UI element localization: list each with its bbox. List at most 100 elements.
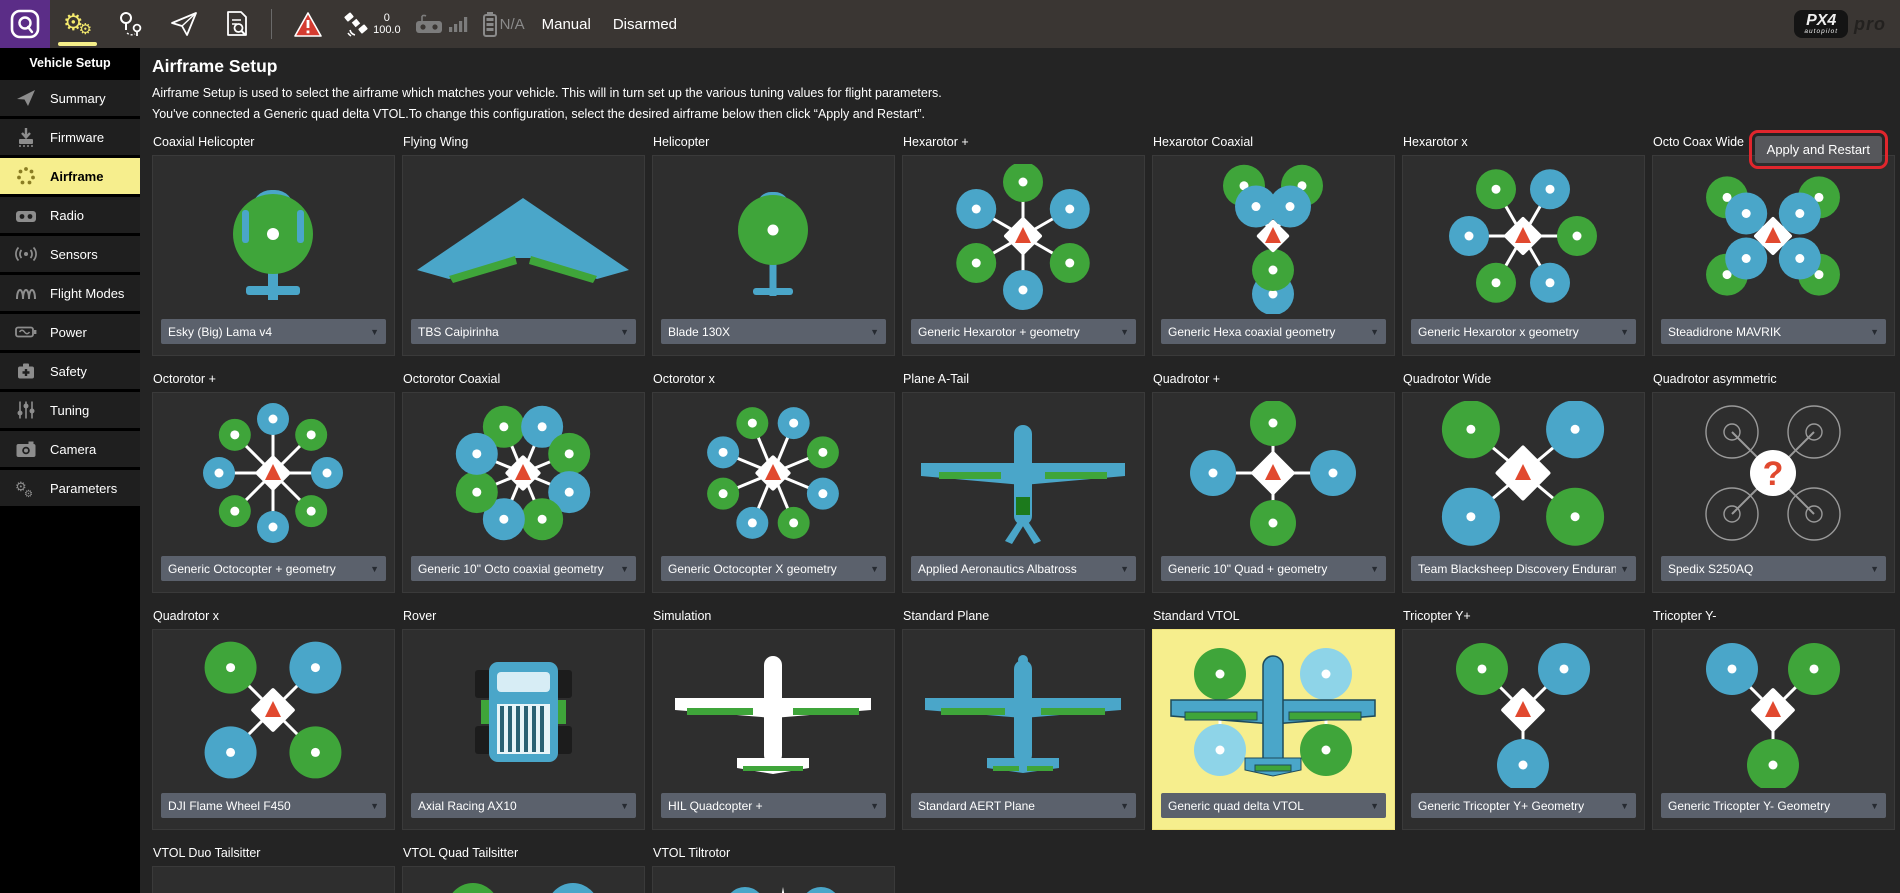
- airframe-group-title: VTOL Tiltrotor: [653, 846, 895, 861]
- airframe-select-value: TBS Caipirinha: [418, 325, 616, 339]
- airframe-card-std-plane[interactable]: Standard AERT Plane ▼: [902, 629, 1145, 830]
- warning-triangle-icon: [293, 11, 323, 38]
- sidebar-item-label: Camera: [50, 442, 96, 457]
- chevron-down-icon: ▼: [1370, 327, 1379, 337]
- airframe-card-flying-wing[interactable]: TBS Caipirinha ▼: [402, 155, 645, 356]
- airframe-select-quad-x[interactable]: DJI Flame Wheel F450 ▼: [161, 793, 386, 818]
- airframe-select-octo-coax-wide[interactable]: Steadidrone MAVRIK ▼: [1661, 319, 1886, 344]
- airframe-select-value: Esky (Big) Lama v4: [168, 325, 366, 339]
- airframe-select-value: Applied Aeronautics Albatross: [918, 562, 1116, 576]
- airframe-card-sim[interactable]: HIL Quadcopter + ▼: [652, 629, 895, 830]
- sidebar-item-sensors[interactable]: Sensors: [0, 236, 140, 272]
- chevron-down-icon: ▼: [870, 327, 879, 337]
- sidebar-item-airframe[interactable]: Airframe: [0, 158, 140, 194]
- airframe-card-vtol-duo[interactable]: ▼: [152, 866, 395, 893]
- sidebar-item-radio[interactable]: Radio: [0, 197, 140, 233]
- airframe-card-tri-yminus[interactable]: Generic Tricopter Y- Geometry ▼: [1652, 629, 1895, 830]
- airframe-select-tri-yminus[interactable]: Generic Tricopter Y- Geometry ▼: [1661, 793, 1886, 818]
- airframe-cell-octo-x: Octorotor x Generic Octocopter X geometr…: [652, 372, 895, 593]
- chevron-down-icon: ▼: [370, 801, 379, 811]
- apply-and-restart-button[interactable]: Apply and Restart: [1755, 136, 1882, 163]
- airframe-select-octo-coax[interactable]: Generic 10" Octo coaxial geometry ▼: [411, 556, 636, 581]
- airframe-cell-hex-coax: Hexarotor Coaxial Generic Hexa coaxial g…: [1152, 135, 1395, 356]
- airframe-select-flying-wing[interactable]: TBS Caipirinha ▼: [411, 319, 636, 344]
- airframe-card-hex-coax[interactable]: Generic Hexa coaxial geometry ▼: [1152, 155, 1395, 356]
- airframe-group-title: Flying Wing: [403, 135, 645, 150]
- airframe-select-coax-heli[interactable]: Esky (Big) Lama v4 ▼: [161, 319, 386, 344]
- airframe-card-octo-plus[interactable]: Generic Octocopter + geometry ▼: [152, 392, 395, 593]
- battery-indicator[interactable]: N/A: [476, 0, 531, 48]
- airframe-card-std-vtol[interactable]: Generic quad delta VTOL ▼: [1152, 629, 1395, 830]
- airframe-group-title: Plane A-Tail: [903, 372, 1145, 387]
- airframe-select-octo-x[interactable]: Generic Octocopter X geometry ▼: [661, 556, 886, 581]
- sidebar-item-camera[interactable]: Camera: [0, 431, 140, 467]
- sidebar-item-summary[interactable]: Summary: [0, 80, 140, 116]
- airframe-select-octo-plus[interactable]: Generic Octocopter + geometry ▼: [161, 556, 386, 581]
- chevron-down-icon: ▼: [1370, 564, 1379, 574]
- airframe-card-quad-wide[interactable]: Team Blacksheep Discovery Enduranc ▼: [1402, 392, 1645, 593]
- airframe-select-value: Generic Tricopter Y+ Geometry: [1418, 799, 1616, 813]
- sidebar-item-flight-modes[interactable]: Flight Modes: [0, 275, 140, 311]
- airframe-card-hex-x[interactable]: Generic Hexarotor x geometry ▼: [1402, 155, 1645, 356]
- airframe-select-std-plane[interactable]: Standard AERT Plane ▼: [911, 793, 1136, 818]
- airframe-group-title: Octorotor x: [653, 372, 895, 387]
- coax-heli-illustration: [161, 164, 386, 314]
- armed-status-indicator[interactable]: Disarmed: [613, 16, 677, 33]
- airframe-card-vtol-quad[interactable]: ▼: [402, 866, 645, 893]
- airframe-card-quad-x[interactable]: DJI Flame Wheel F450 ▼: [152, 629, 395, 830]
- sidebar-item-label: Parameters: [50, 481, 117, 496]
- airframe-card-octo-coax[interactable]: Generic 10" Octo coaxial geometry ▼: [402, 392, 645, 593]
- airframe-select-quad-wide[interactable]: Team Blacksheep Discovery Enduranc ▼: [1411, 556, 1636, 581]
- airframe-group-title: Standard VTOL: [1153, 609, 1395, 624]
- hex-coax-illustration: [1161, 164, 1386, 314]
- airframe-select-hex-plus[interactable]: Generic Hexarotor + geometry ▼: [911, 319, 1136, 344]
- airframe-cell-plane-atail: Plane A-Tail Applied Aeronautics Albatro…: [902, 372, 1145, 593]
- airframe-select-heli[interactable]: Blade 130X ▼: [661, 319, 886, 344]
- airframe-select-sim[interactable]: HIL Quadcopter + ▼: [661, 793, 886, 818]
- airframe-select-std-vtol[interactable]: Generic quad delta VTOL ▼: [1161, 793, 1386, 818]
- sensors-icon: [13, 244, 39, 264]
- airframe-select-hex-coax[interactable]: Generic Hexa coaxial geometry ▼: [1161, 319, 1386, 344]
- fly-tab[interactable]: [157, 0, 211, 48]
- airframe-select-rover[interactable]: Axial Racing AX10 ▼: [411, 793, 636, 818]
- vehicle-setup-tab[interactable]: ⚙⚙: [50, 0, 105, 48]
- rc-rssi-indicator[interactable]: [407, 0, 476, 48]
- airframe-card-quad-plus[interactable]: Generic 10" Quad + geometry ▼: [1152, 392, 1395, 593]
- airframe-card-octo-coax-wide[interactable]: Steadidrone MAVRIK ▼: [1652, 155, 1895, 356]
- airframe-card-hex-plus[interactable]: Generic Hexarotor + geometry ▼: [902, 155, 1145, 356]
- airframe-select-value: Team Blacksheep Discovery Enduranc: [1418, 562, 1616, 576]
- flight-mode-indicator[interactable]: Manual: [542, 16, 591, 33]
- airframe-select-value: Blade 130X: [668, 325, 866, 339]
- airframe-card-tri-yplus[interactable]: Generic Tricopter Y+ Geometry ▼: [1402, 629, 1645, 830]
- sidebar-item-power[interactable]: Power: [0, 314, 140, 350]
- airframe-card-octo-x[interactable]: Generic Octocopter X geometry ▼: [652, 392, 895, 593]
- airframe-card-vtol-tilt[interactable]: ▼: [652, 866, 895, 893]
- sidebar-item-tuning[interactable]: Tuning: [0, 392, 140, 428]
- airframe-cell-octo-coax: Octorotor Coaxial Generic 10" Octo coaxi…: [402, 372, 645, 593]
- airframe-card-coax-heli[interactable]: Esky (Big) Lama v4 ▼: [152, 155, 395, 356]
- airframe-select-quad-asym[interactable]: Spedix S250AQ ▼: [1661, 556, 1886, 581]
- airframe-cell-octo-plus: Octorotor + Generic Octocopter + geometr…: [152, 372, 395, 593]
- qgroundcontrol-logo-icon[interactable]: [0, 0, 50, 48]
- airframe-select-hex-x[interactable]: Generic Hexarotor x geometry ▼: [1411, 319, 1636, 344]
- airframe-card-quad-asym[interactable]: ? Spedix S250AQ ▼: [1652, 392, 1895, 593]
- airframe-card-heli[interactable]: Blade 130X ▼: [652, 155, 895, 356]
- sidebar-item-safety[interactable]: Safety: [0, 353, 140, 389]
- airframe-card-plane-atail[interactable]: Applied Aeronautics Albatross ▼: [902, 392, 1145, 593]
- airframe-cell-quad-plus: Quadrotor + Generic 10" Quad + geometry …: [1152, 372, 1395, 593]
- sidebar-item-firmware[interactable]: Firmware: [0, 119, 140, 155]
- airframe-select-quad-plus[interactable]: Generic 10" Quad + geometry ▼: [1161, 556, 1386, 581]
- vehicle-setup-sidebar: Vehicle Setup SummaryFirmwareAirframeRad…: [0, 48, 140, 893]
- page-description: Airframe Setup is used to select the air…: [152, 86, 1895, 100]
- airframe-setup-panel: Airframe Setup Airframe Setup is used to…: [140, 48, 1900, 893]
- airframe-select-plane-atail[interactable]: Applied Aeronautics Albatross ▼: [911, 556, 1136, 581]
- airframe-card-rover[interactable]: Axial Racing AX10 ▼: [402, 629, 645, 830]
- airframe-select-tri-yplus[interactable]: Generic Tricopter Y+ Geometry ▼: [1411, 793, 1636, 818]
- sidebar-item-parameters[interactable]: ⚙⚙Parameters: [0, 470, 140, 506]
- battery-icon: [482, 11, 498, 37]
- plan-tab[interactable]: [105, 0, 157, 48]
- gps-indicator[interactable]: 0 100.0: [336, 0, 407, 48]
- airframe-select-value: Standard AERT Plane: [918, 799, 1116, 813]
- analyze-tab[interactable]: [211, 0, 263, 48]
- vehicle-messages-indicator[interactable]: [280, 0, 336, 48]
